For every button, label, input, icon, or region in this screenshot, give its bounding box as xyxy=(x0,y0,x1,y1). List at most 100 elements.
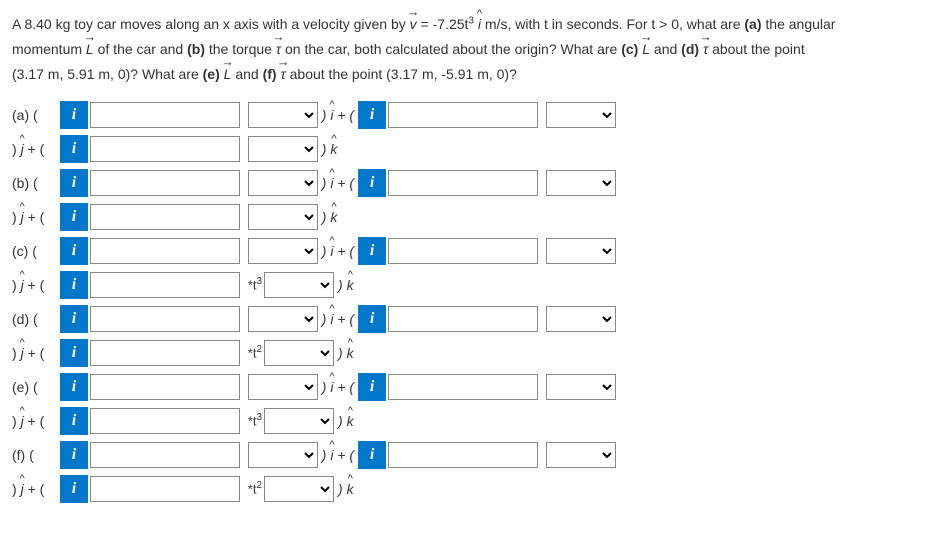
input-f-j-coef-2[interactable] xyxy=(388,442,538,468)
vector-L3: L xyxy=(224,62,232,87)
i-hat-label: ) i + ( xyxy=(322,243,354,259)
info-icon[interactable]: i xyxy=(60,475,88,503)
select-b-j-unit-2[interactable] xyxy=(546,170,616,196)
answer-row-a-1: (a) (i ) i + ( i xyxy=(12,100,932,130)
input-e-k-coef[interactable] xyxy=(90,408,240,434)
info-icon[interactable]: i xyxy=(60,169,88,197)
i-hat-label: ) i + ( xyxy=(322,175,354,191)
select-d-i-unit[interactable] xyxy=(248,306,318,332)
input-d-j-coef-2[interactable] xyxy=(388,306,538,332)
t-power-prefix: *t2 xyxy=(248,480,262,496)
input-c-j-coef-2[interactable] xyxy=(388,238,538,264)
select-b-i-unit[interactable] xyxy=(248,170,318,196)
select-d-k-unit[interactable] xyxy=(264,340,334,366)
select-c-j-unit-2[interactable] xyxy=(546,238,616,264)
info-icon[interactable]: i xyxy=(60,339,88,367)
select-f-i-unit[interactable] xyxy=(248,442,318,468)
select-f-k-unit[interactable] xyxy=(264,476,334,502)
j-hat-label: ) j + ( xyxy=(12,481,60,497)
select-a-k-unit[interactable] xyxy=(248,136,318,162)
info-icon[interactable]: i xyxy=(60,373,88,401)
i-hat: i xyxy=(478,12,481,37)
j-hat-label: ) j + ( xyxy=(12,277,60,293)
answer-row-c-2: ) j + (i *t3 ) k xyxy=(12,270,932,300)
info-icon[interactable]: i xyxy=(60,441,88,469)
answer-row-d-1: (d) (i ) i + ( i xyxy=(12,304,932,334)
input-d-k-coef[interactable] xyxy=(90,340,240,366)
answer-row-d-2: ) j + (i *t2 ) k xyxy=(12,338,932,368)
vector-L2: L xyxy=(642,37,650,62)
part-label: (a) ( xyxy=(12,107,60,123)
i-hat-label: ) i + ( xyxy=(322,311,354,327)
input-e-j-coef-2[interactable] xyxy=(388,374,538,400)
answer-row-b-1: (b) (i ) i + ( i xyxy=(12,168,932,198)
answer-row-c-1: (c) (i ) i + ( i xyxy=(12,236,932,266)
k-hat-label: ) k xyxy=(338,345,354,361)
answer-row-f-1: (f) (i ) i + ( i xyxy=(12,440,932,470)
answer-row-a-2: ) j + (i ) k xyxy=(12,134,932,164)
select-c-k-unit[interactable] xyxy=(264,272,334,298)
info-icon[interactable]: i xyxy=(60,135,88,163)
input-b-j-coef-2[interactable] xyxy=(388,170,538,196)
i-hat-label: ) i + ( xyxy=(322,447,354,463)
part-label: (d) ( xyxy=(12,311,60,327)
j-hat-label: ) j + ( xyxy=(12,345,60,361)
vector-L: L xyxy=(86,37,94,62)
input-a-j-coef-2[interactable] xyxy=(388,102,538,128)
input-a-k-coef[interactable] xyxy=(90,136,240,162)
info-icon[interactable]: i xyxy=(358,237,386,265)
select-f-j-unit-2[interactable] xyxy=(546,442,616,468)
info-icon[interactable]: i xyxy=(358,441,386,469)
select-a-j-unit-2[interactable] xyxy=(546,102,616,128)
k-hat-label: ) k xyxy=(322,141,338,157)
info-icon[interactable]: i xyxy=(358,169,386,197)
select-b-k-unit[interactable] xyxy=(248,204,318,230)
info-icon[interactable]: i xyxy=(358,373,386,401)
info-icon[interactable]: i xyxy=(358,101,386,129)
input-c-k-coef[interactable] xyxy=(90,272,240,298)
select-e-k-unit[interactable] xyxy=(264,408,334,434)
select-a-i-unit[interactable] xyxy=(248,102,318,128)
input-b-i-coef[interactable] xyxy=(90,170,240,196)
select-c-i-unit[interactable] xyxy=(248,238,318,264)
input-a-i-coef[interactable] xyxy=(90,102,240,128)
t-power-prefix: *t2 xyxy=(248,344,262,360)
j-hat-label: ) j + ( xyxy=(12,209,60,225)
select-e-i-unit[interactable] xyxy=(248,374,318,400)
input-c-i-coef[interactable] xyxy=(90,238,240,264)
input-f-i-coef[interactable] xyxy=(90,442,240,468)
select-e-j-unit-2[interactable] xyxy=(546,374,616,400)
part-label: (f) ( xyxy=(12,447,60,463)
info-icon[interactable]: i xyxy=(60,237,88,265)
k-hat-label: ) k xyxy=(338,481,354,497)
input-e-i-coef[interactable] xyxy=(90,374,240,400)
vector-tau2: τ xyxy=(703,37,708,62)
vector-v: v xyxy=(410,12,417,37)
i-hat-label: ) i + ( xyxy=(322,107,354,123)
answer-row-e-2: ) j + (i *t3 ) k xyxy=(12,406,932,436)
part-label: (b) ( xyxy=(12,175,60,191)
answer-row-f-2: ) j + (i *t2 ) k xyxy=(12,474,932,504)
select-d-j-unit-2[interactable] xyxy=(546,306,616,332)
k-hat-label: ) k xyxy=(338,413,354,429)
info-icon[interactable]: i xyxy=(60,407,88,435)
answer-row-b-2: ) j + (i ) k xyxy=(12,202,932,232)
t-power-prefix: *t3 xyxy=(248,412,262,428)
info-icon[interactable]: i xyxy=(60,271,88,299)
k-hat-label: ) k xyxy=(338,277,354,293)
part-label: (e) ( xyxy=(12,379,60,395)
info-icon[interactable]: i xyxy=(358,305,386,333)
vector-tau3: τ xyxy=(280,62,285,87)
j-hat-label: ) j + ( xyxy=(12,141,60,157)
answer-row-e-1: (e) (i ) i + ( i xyxy=(12,372,932,402)
input-b-k-coef[interactable] xyxy=(90,204,240,230)
input-d-i-coef[interactable] xyxy=(90,306,240,332)
info-icon[interactable]: i xyxy=(60,101,88,129)
part-label: (c) ( xyxy=(12,243,60,259)
i-hat-label: ) i + ( xyxy=(322,379,354,395)
question-text: A 8.40 kg toy car moves along an x axis … xyxy=(12,12,932,88)
info-icon[interactable]: i xyxy=(60,305,88,333)
info-icon[interactable]: i xyxy=(60,203,88,231)
input-f-k-coef[interactable] xyxy=(90,476,240,502)
k-hat-label: ) k xyxy=(322,209,338,225)
